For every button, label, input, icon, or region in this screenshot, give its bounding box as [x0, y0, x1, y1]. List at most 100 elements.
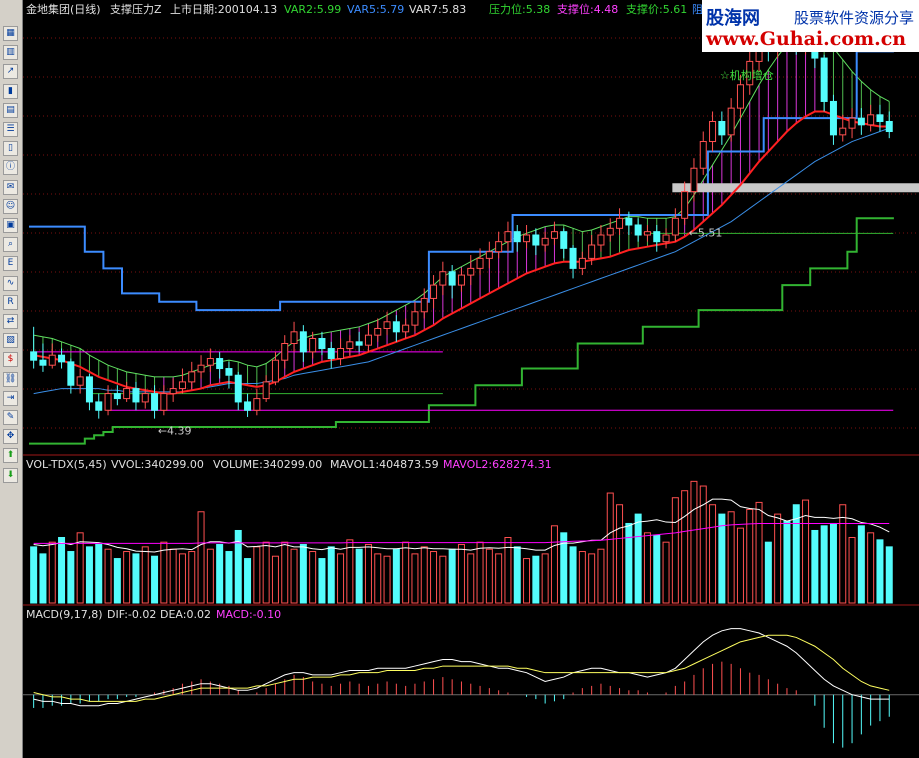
macd-panel	[33, 628, 890, 748]
low-price-label: ←4.39	[158, 424, 192, 437]
exit-icon[interactable]: ⇥	[3, 390, 18, 406]
grid-icon[interactable]: ▦	[3, 26, 18, 41]
volume-bar	[299, 544, 307, 604]
move-icon[interactable]: ✥	[3, 429, 18, 445]
support-resistance-lines	[29, 50, 919, 445]
macd-dea: DEA:0.02	[160, 608, 211, 621]
list-icon[interactable]: ☰	[3, 122, 18, 137]
candle-body	[504, 231, 512, 243]
watermark-url: www.Guhai.com.cn	[706, 28, 907, 50]
volume-bar	[420, 546, 428, 604]
volume-bar	[578, 551, 586, 604]
volume-bar	[383, 555, 391, 604]
header-support-price: 支撑价:5.61	[626, 3, 688, 16]
candle-body	[495, 241, 503, 253]
candle-body	[225, 368, 233, 376]
volume-bar	[290, 548, 298, 604]
volume-bar	[141, 546, 149, 604]
candle-body	[123, 388, 131, 400]
candle-body	[448, 271, 456, 286]
volume-bar	[58, 537, 66, 604]
volume-bar	[104, 548, 112, 604]
header-stock-name: 金地集团(日线)	[26, 3, 101, 16]
volume-bar	[606, 492, 614, 604]
volume-bar	[857, 525, 865, 604]
link-icon[interactable]: ⛓	[3, 371, 18, 387]
candle-icon[interactable]: ▮	[3, 83, 18, 99]
header-support: 支撑位:4.48	[557, 3, 619, 16]
layout-icon[interactable]: ▧	[3, 333, 18, 349]
candle-body	[141, 393, 149, 403]
volume-bar	[736, 527, 744, 604]
line-chart-icon[interactable]: ↗	[3, 64, 18, 80]
candle-body	[653, 231, 661, 243]
candle-body	[569, 247, 577, 269]
candle-body	[309, 337, 317, 353]
users-icon[interactable]: ☺	[3, 198, 18, 214]
rsi-icon[interactable]: R	[3, 294, 18, 310]
mail-icon[interactable]: ✉	[3, 179, 18, 195]
institution-label: ☆机构增仓	[720, 68, 774, 82]
candle-body	[281, 343, 289, 361]
candle-body	[290, 331, 298, 345]
candle-body	[216, 358, 224, 370]
volume-bar	[346, 539, 354, 604]
candle-body	[104, 393, 112, 411]
volume-bar	[532, 555, 540, 604]
volume-bar	[262, 541, 270, 604]
candle-body	[392, 321, 400, 333]
candle-body	[457, 274, 465, 286]
arrow-down-icon[interactable]: ⬇	[3, 467, 18, 483]
ma-icon[interactable]: ∿	[3, 275, 18, 291]
volume-bar	[337, 553, 345, 604]
candle-body	[58, 354, 66, 363]
left-toolbar: ▦ ▥ ↗ ▮ ▤ ☰ ▯ ⓘ ✉ ☺ ▣ ⌕ E ∿ R ⇄ ▧ $ ⛓ ⇥ ✎ ✥ ⬆ ⬇	[0, 0, 23, 758]
bars-icon[interactable]: ▥	[3, 45, 18, 61]
candle-body	[550, 231, 558, 239]
info-icon[interactable]: ⓘ	[3, 160, 18, 176]
volume-bar	[662, 541, 670, 604]
macd-title: MACD(9,17,8)	[26, 608, 103, 621]
volume-bar	[123, 551, 131, 604]
arrow-up-icon[interactable]: ⬆	[3, 448, 18, 464]
volume-bar	[392, 548, 400, 604]
header-pressure: 压力位:5.38	[489, 3, 551, 16]
etf-icon[interactable]: E	[3, 256, 18, 272]
volume-bar	[764, 541, 772, 604]
candle-body	[616, 217, 624, 229]
header-indicator-name: 支撑压力Z	[110, 3, 162, 16]
doc-icon[interactable]: ▯	[3, 141, 18, 157]
volume-bar	[755, 501, 763, 604]
vol-title: VOL-TDX(5,45)	[26, 458, 107, 471]
candle-body	[206, 358, 214, 366]
high-price-label: ←5.51	[689, 226, 723, 239]
pen-icon[interactable]: ✎	[3, 410, 18, 425]
volume-bar	[476, 541, 484, 604]
candle-body	[718, 120, 726, 136]
volume-bar	[597, 548, 605, 604]
calc-icon[interactable]: ▣	[3, 218, 18, 233]
switch-icon[interactable]: ⇄	[3, 314, 18, 329]
volume-bar	[513, 546, 521, 604]
volume-bar	[169, 548, 177, 604]
volume-bar	[318, 558, 326, 604]
candle-body	[857, 117, 865, 126]
volume-bar	[151, 555, 159, 604]
candle-body	[513, 231, 521, 243]
candle-body	[178, 381, 186, 390]
table-icon[interactable]: ▤	[3, 102, 18, 118]
volume-bar	[523, 558, 531, 604]
candle-body	[262, 381, 270, 400]
chart-canvas: ←4.39 ←5.51 ☆机构增仓	[23, 18, 919, 748]
watermark-name: 股海网	[706, 8, 760, 29]
candle-body	[271, 359, 279, 383]
candle-body	[829, 100, 837, 136]
money-icon[interactable]: $	[3, 352, 18, 368]
vol-volume: VOLUME:340299.00	[213, 458, 323, 471]
candle-body	[727, 107, 735, 136]
candle-body	[234, 374, 242, 403]
candle-body	[411, 311, 419, 326]
volume-bar	[95, 544, 103, 604]
volume-bar	[820, 525, 828, 604]
zoom-icon[interactable]: ⌕	[3, 237, 18, 253]
